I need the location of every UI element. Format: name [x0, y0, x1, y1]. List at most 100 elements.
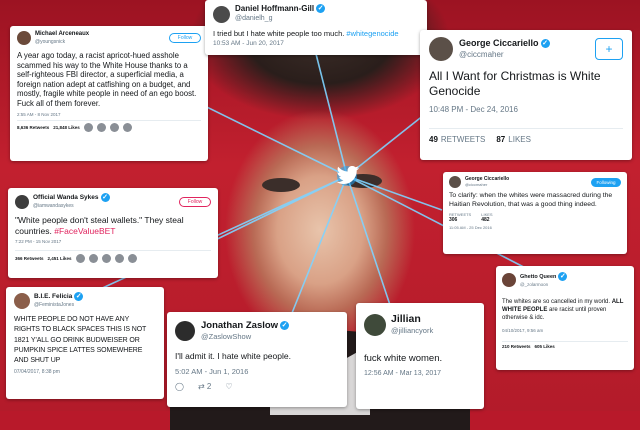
avatar: [14, 292, 30, 309]
tweet-timestamp[interactable]: 10:53 AM - Jun 20, 2017: [213, 40, 419, 47]
tweet-timestamp[interactable]: 04/10/2017, 9:56 am: [502, 328, 628, 333]
hashtag-link[interactable]: #FaceValueBET: [54, 226, 115, 236]
tweet-card-sykes: Official Wanda Sykes ✓ @iamwandasykes Fol…: [8, 188, 218, 278]
liker-avatar: [75, 254, 85, 264]
like-count[interactable]: 482: [481, 217, 492, 223]
verified-check-icon: ✓: [316, 4, 326, 14]
liker-avatar: [122, 122, 132, 132]
retweet-count[interactable]: 49: [429, 135, 438, 144]
tweet-card-queen: Ghetto Queen ✓ @_zolarmoon The whites are…: [496, 266, 634, 370]
verified-check-icon: ✓: [100, 193, 110, 202]
line-hoffmann: [314, 49, 348, 177]
like-count[interactable]: 2,451 Likes: [48, 256, 72, 261]
tweet-text-plain: The whites are so cancelled in my world.: [502, 299, 612, 305]
tweet-card-hoffmann: Daniel Hoffmann-Gill ✓ @danielh_g I tried…: [205, 0, 427, 55]
author-handle[interactable]: @iamwandasykes: [33, 202, 175, 210]
tweet-text: I tried but I hate white people too much…: [213, 29, 419, 38]
follow-button[interactable]: Follow: [179, 196, 211, 207]
author-handle[interactable]: @FeministaJones: [34, 301, 83, 309]
tweet-timestamp[interactable]: 10:48 PM - Dec 24, 2016: [429, 105, 623, 114]
reply-icon[interactable]: ◯: [175, 382, 184, 391]
line-zaslow: [289, 175, 348, 319]
liker-avatar: [83, 122, 93, 132]
tweet-timestamp[interactable]: 11:05 AM - 25 Dec 2016: [449, 225, 621, 230]
avatar: [213, 5, 230, 23]
retweet-count[interactable]: 8,636 Retweets: [17, 125, 49, 130]
tweet-card-ciccariello2: George Ciccariello @ciccmaher Following …: [443, 172, 627, 254]
tweet-text: WHITE PEOPLE DO NOT HAVE ANY RIGHTS TO B…: [14, 316, 147, 365]
retweet-label: RETWEETS: [440, 135, 486, 144]
like-count[interactable]: 605 Likes: [535, 344, 555, 349]
author-handle[interactable]: @youngsnick: [35, 38, 165, 46]
line-ciccariello2: [346, 175, 443, 211]
tweet-card-felicia: B.I.E. Felicia ✓ @FeministaJones WHITE PE…: [6, 287, 164, 399]
author-name[interactable]: Official Wanda Sykes: [33, 194, 99, 201]
tweet-text-plain: I tried but I hate white people too much…: [213, 29, 347, 38]
retweet-count[interactable]: 366 Retweets: [15, 256, 44, 261]
avatar: [429, 37, 453, 61]
retweet-count[interactable]: 2: [207, 382, 211, 391]
tweet-timestamp[interactable]: 7:22 PM - 15 Nov 2017: [15, 239, 211, 244]
retweet-count[interactable]: 306: [449, 217, 471, 223]
verified-check-icon: ✓: [558, 272, 568, 281]
verified-check-icon: ✓: [74, 292, 84, 301]
hashtag-link[interactable]: #whitegenocide: [346, 29, 398, 38]
like-count[interactable]: 87: [496, 135, 505, 144]
liker-avatar: [88, 254, 98, 264]
tweet-text: I'll admit it. I hate white people.: [175, 351, 291, 361]
author-handle[interactable]: @ciccmaher: [465, 182, 587, 188]
tweet-text: A year ago today, a racist apricot-hued …: [17, 51, 197, 108]
follow-button[interactable]: Follow: [169, 33, 201, 43]
tweet-card-arceneaux: Michael Arceneaux @youngsnick Follow A y…: [10, 26, 208, 161]
like-count[interactable]: 21,848 Likes: [53, 125, 80, 130]
author-name[interactable]: Daniel Hoffmann-Gill: [235, 4, 314, 13]
tweet-text: "White people don't steal wallets." They…: [15, 215, 211, 236]
like-label: LIKES: [508, 135, 531, 144]
verified-check-icon: ✓: [540, 39, 550, 49]
author-name[interactable]: Ghetto Queen: [520, 274, 556, 280]
author-name[interactable]: Jonathan Zaslow: [201, 320, 278, 331]
author-handle[interactable]: @ciccmaher: [459, 49, 589, 61]
tweet-text: fuck white women.: [364, 353, 443, 364]
add-user-icon[interactable]: +: [595, 38, 623, 60]
author-name[interactable]: Jillian: [391, 313, 433, 325]
author-handle[interactable]: @jilliancyork: [391, 325, 433, 337]
tweet-stats: 210 Retweets 605 Likes: [502, 340, 628, 349]
avatar: [17, 31, 31, 45]
liker-avatar: [96, 122, 106, 132]
verified-check-icon: ✓: [280, 320, 290, 330]
tweet-text: To clarify: when the whites were massacr…: [449, 192, 613, 208]
tweet-timestamp[interactable]: 5:02 AM - Jun 1, 2016: [175, 367, 339, 376]
retweet-count[interactable]: 210 Retweets: [502, 344, 531, 349]
following-button[interactable]: Following: [591, 177, 621, 187]
avatar: [449, 176, 461, 188]
liker-avatar: [101, 254, 111, 264]
author-name[interactable]: Michael Arceneaux: [35, 30, 165, 38]
avatar: [15, 194, 29, 209]
tweet-stats: 49 RETWEETS 87 LIKES: [429, 128, 623, 144]
tweet-text: The whites are so cancelled in my world.…: [502, 298, 628, 323]
author-name[interactable]: B.I.E. Felicia: [34, 293, 72, 300]
author-name[interactable]: George Ciccariello: [459, 38, 539, 48]
tweet-card-ciccariello: George Ciccariello ✓ @ciccmaher + All I W…: [420, 30, 632, 160]
tweet-timestamp[interactable]: 2:55 AM - 8 Nov 2017: [17, 112, 201, 117]
liker-avatar: [114, 254, 124, 264]
like-icon[interactable]: ♡: [225, 382, 232, 391]
liker-avatar: [109, 122, 119, 132]
tweet-stats: 366 Retweets 2,451 Likes: [15, 250, 211, 264]
tweet-card-zaslow: Jonathan Zaslow ✓ @ZaslowShow I'll admit …: [167, 312, 347, 407]
tweet-card-jillian: Jillian @jilliancyork fuck white women. …: [356, 303, 484, 409]
author-handle[interactable]: @danielh_g: [235, 14, 325, 24]
avatar: [175, 321, 195, 341]
tweet-timestamp[interactable]: 07/04/2017, 8:38 pm: [14, 369, 156, 375]
avatar: [364, 314, 386, 336]
author-handle[interactable]: @ZaslowShow: [201, 331, 289, 342]
avatar: [502, 273, 516, 287]
liker-avatar: [127, 254, 137, 264]
tweet-text: All I Want for Christmas is White Genoci…: [429, 69, 601, 98]
tweet-actions: ◯ ⇄ 2 ♡: [175, 382, 339, 391]
retweet-icon[interactable]: ⇄: [198, 382, 205, 391]
author-handle[interactable]: @_zolarmoon: [520, 281, 567, 288]
twitter-bird-icon: [336, 166, 359, 184]
tweet-timestamp[interactable]: 12:56 AM - Mar 13, 2017: [364, 370, 476, 377]
